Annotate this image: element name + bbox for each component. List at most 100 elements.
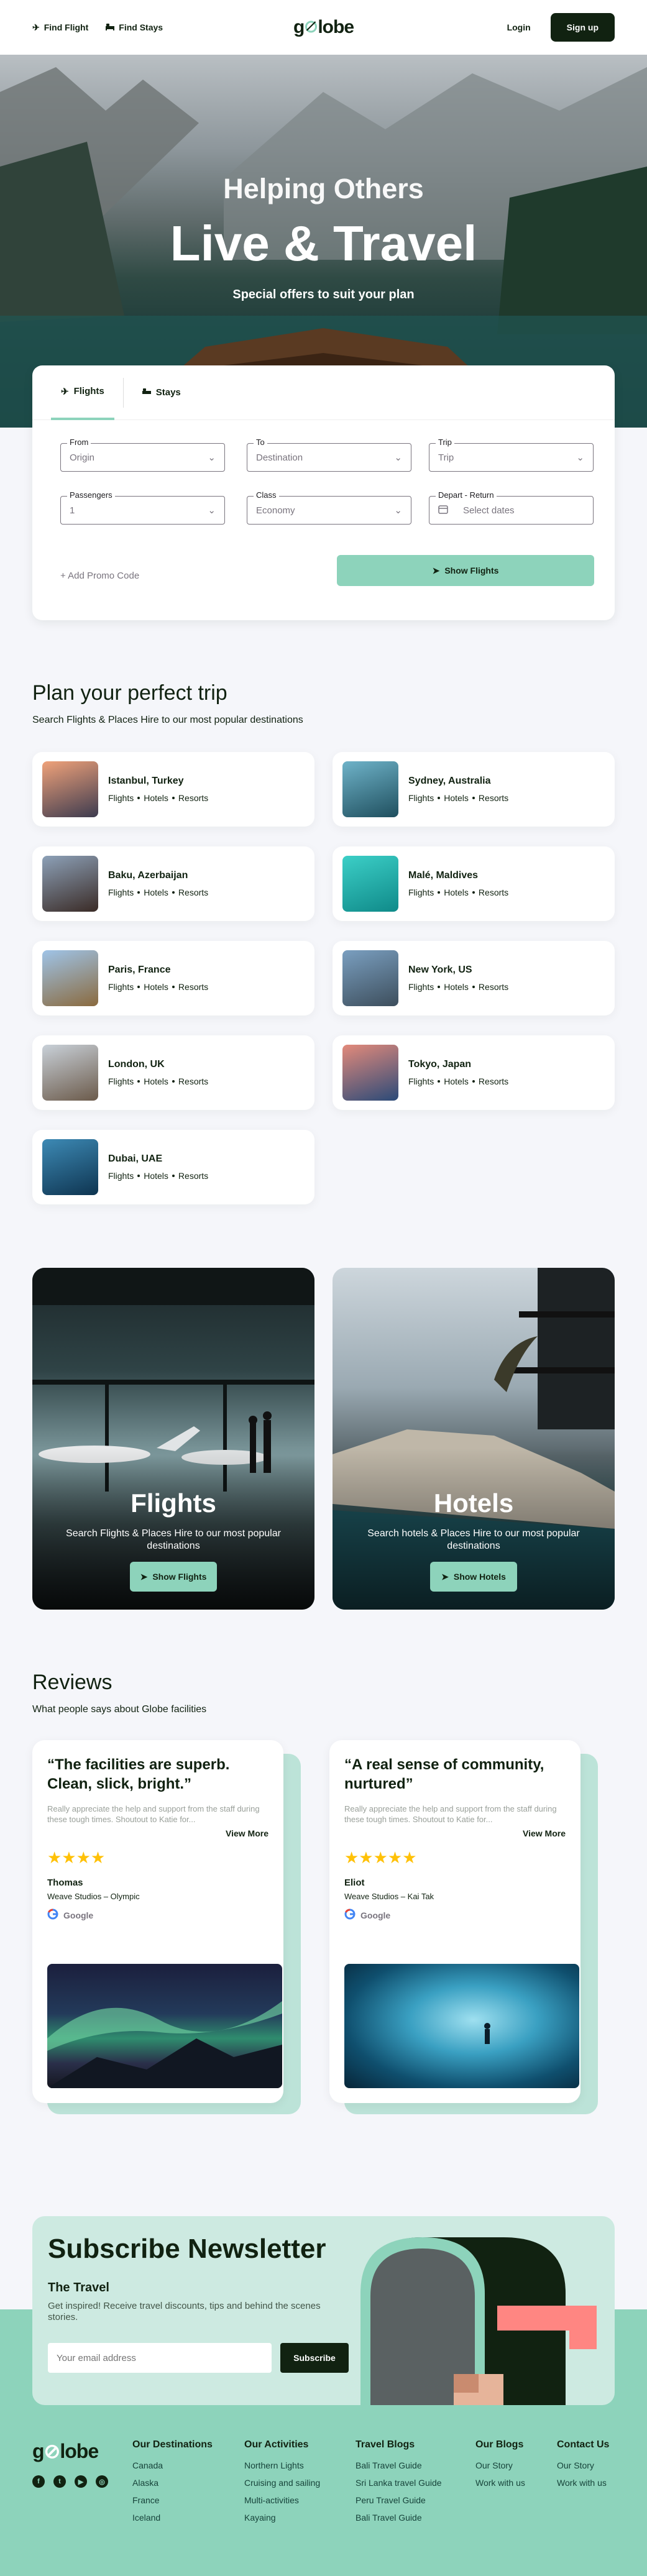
destination-tag[interactable]: Hotels (144, 982, 168, 992)
destination-tag[interactable]: Resorts (178, 1076, 208, 1086)
show-flights-card-button[interactable]: ➤ Show Flights (130, 1562, 217, 1592)
footer-link[interactable]: Work with us (557, 2478, 609, 2488)
destination-tag[interactable]: Flights (408, 887, 434, 897)
footer-link[interactable]: Canada (132, 2460, 213, 2470)
destination-tag[interactable]: Hotels (144, 887, 168, 897)
mailbox-illustration (360, 2237, 597, 2405)
destination-image (42, 761, 98, 817)
destination-tag[interactable]: Resorts (178, 1171, 208, 1181)
footer-link[interactable]: Our Story (475, 2460, 525, 2470)
footer-link[interactable]: Bali Travel Guide (356, 2460, 442, 2470)
trip-select[interactable]: Trip Trip ⌄ (429, 438, 594, 472)
footer-col-title: Our Activities (244, 2439, 309, 2450)
to-select[interactable]: To Destination ⌄ (247, 438, 411, 472)
view-more-link[interactable]: View More (344, 1828, 566, 1838)
add-promo-code-link[interactable]: + Add Promo Code (60, 571, 139, 581)
passengers-select[interactable]: Passengers 1 ⌄ (60, 490, 225, 525)
destination-tag[interactable]: Hotels (444, 1076, 469, 1086)
bullet-dot (172, 986, 175, 988)
destination-tag[interactable]: Hotels (444, 793, 469, 803)
destination-tag[interactable]: Flights (408, 1076, 434, 1086)
class-select[interactable]: Class Economy ⌄ (247, 490, 411, 525)
destination-card[interactable]: Malé, Maldives Flights Hotels Resorts (333, 846, 615, 921)
aurora-image (47, 1964, 282, 2088)
footer-link[interactable]: Our Story (557, 2460, 609, 2470)
destination-card[interactable]: Dubai, UAE Flights Hotels Resorts (32, 1130, 314, 1204)
footer-link[interactable]: France (132, 2495, 213, 2505)
destination-card[interactable]: Sydney, Australia Flights Hotels Resorts (333, 752, 615, 827)
destination-tags: Flights Hotels Resorts (408, 793, 508, 803)
destination-tag[interactable]: Hotels (444, 887, 469, 897)
bullet-dot (137, 986, 140, 988)
footer-link[interactable]: Iceland (132, 2513, 213, 2523)
instagram-icon[interactable]: ◎ (96, 2475, 108, 2488)
footer-link[interactable]: Kayaing (244, 2513, 320, 2523)
destination-tag[interactable]: Resorts (479, 1076, 508, 1086)
view-more-link[interactable]: View More (47, 1828, 268, 1838)
hero-subtext: Special offers to suit your plan (232, 288, 415, 301)
destination-tags: Flights Hotels Resorts (108, 1076, 208, 1086)
destination-card[interactable]: London, UK Flights Hotels Resorts (32, 1035, 314, 1110)
signup-button[interactable]: Sign up (550, 13, 615, 42)
hotels-card[interactable]: Hotels Search hotels & Places Hire to ou… (333, 1268, 615, 1610)
star-rating: ★★★★★ (344, 1848, 417, 1867)
destination-tag[interactable]: Resorts (479, 887, 508, 897)
tab-divider (122, 377, 124, 408)
login-button[interactable]: Login (498, 13, 539, 42)
destination-tag[interactable]: Hotels (144, 1076, 168, 1086)
destination-tag[interactable]: Flights (408, 793, 434, 803)
footer-col-our-blogs: Our Blogs Our Story Work with us (475, 2439, 525, 2495)
footer-link[interactable]: Bali Travel Guide (356, 2513, 442, 2523)
youtube-icon[interactable]: ▶ (75, 2475, 87, 2488)
tab-flights[interactable]: ✈ Flights (51, 365, 114, 420)
destination-tag[interactable]: Flights (108, 982, 134, 992)
footer-link[interactable]: Sri Lanka travel Guide (356, 2478, 442, 2488)
destination-tag[interactable]: Hotels (144, 793, 168, 803)
dates-picker[interactable]: Depart - Return Select dates (429, 490, 594, 525)
destination-card[interactable]: Tokyo, Japan Flights Hotels Resorts (333, 1035, 615, 1110)
twitter-icon[interactable]: t (53, 2475, 66, 2488)
footer-link[interactable]: Peru Travel Guide (356, 2495, 442, 2505)
destination-tag[interactable]: Hotels (444, 982, 469, 992)
destination-tag[interactable]: Flights (108, 1171, 134, 1181)
show-hotels-card-button[interactable]: ➤ Show Hotels (430, 1562, 517, 1592)
logo-plane-icon (304, 17, 318, 38)
destination-card[interactable]: Paris, France Flights Hotels Resorts (32, 941, 314, 1015)
destination-tag[interactable]: Resorts (479, 982, 508, 992)
destination-tag[interactable]: Resorts (178, 982, 208, 992)
destination-card[interactable]: New York, US Flights Hotels Resorts (333, 941, 615, 1015)
email-input[interactable] (48, 2343, 272, 2373)
bullet-dot (172, 797, 175, 799)
logo[interactable]: g lobe (293, 17, 354, 38)
destination-tag[interactable]: Resorts (178, 887, 208, 897)
tab-stays[interactable]: Stays (132, 365, 191, 420)
destination-info: Dubai, UAE Flights Hotels Resorts (108, 1153, 208, 1181)
footer-link[interactable]: Work with us (475, 2478, 525, 2488)
footer-link[interactable]: Northern Lights (244, 2460, 320, 2470)
footer-link[interactable]: Multi-activities (244, 2495, 320, 2505)
destination-tag[interactable]: Flights (108, 887, 134, 897)
destination-tag[interactable]: Resorts (178, 793, 208, 803)
destination-card[interactable]: Istanbul, Turkey Flights Hotels Resorts (32, 752, 314, 827)
footer-link[interactable]: Alaska (132, 2478, 213, 2488)
facebook-icon[interactable]: f (32, 2475, 45, 2488)
review-text: Really appreciate the help and support f… (47, 1804, 260, 1824)
subscribe-button[interactable]: Subscribe (280, 2343, 349, 2373)
show-flights-button[interactable]: ➤ Show Flights (337, 555, 594, 586)
destination-tag[interactable]: Flights (108, 793, 134, 803)
destination-info: Istanbul, Turkey Flights Hotels Resorts (108, 776, 208, 803)
destination-tag[interactable]: Flights (108, 1076, 134, 1086)
destination-tag[interactable]: Resorts (479, 793, 508, 803)
footer-link[interactable]: Cruising and sailing (244, 2478, 320, 2488)
destination-tag[interactable]: Hotels (144, 1171, 168, 1181)
social-links: f t ▶ ◎ (32, 2475, 108, 2488)
from-select[interactable]: From Origin ⌄ (60, 438, 225, 472)
footer-logo[interactable]: g⊘lobe (32, 2439, 99, 2463)
destination-tag[interactable]: Flights (408, 982, 434, 992)
find-flight-link[interactable]: ✈ Find Flight (32, 22, 88, 33)
flights-card[interactable]: Flights Search Flights & Places Hire to … (32, 1268, 314, 1610)
find-stays-link[interactable]: Find Stays (106, 22, 163, 32)
destination-card[interactable]: Baku, Azerbaijan Flights Hotels Resorts (32, 846, 314, 921)
find-stays-label: Find Stays (119, 22, 163, 32)
review-card-1: “The facilities are superb. Clean, slick… (32, 1740, 301, 2114)
